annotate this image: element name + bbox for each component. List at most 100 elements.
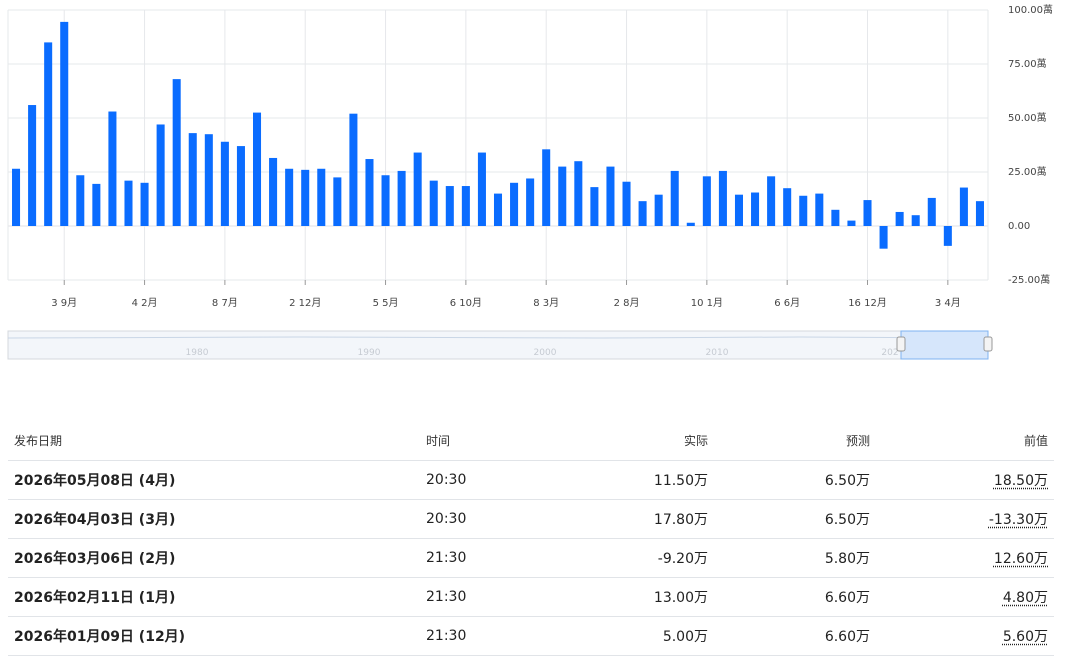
table-row: 2026年01月09日 (12月) 21:30 5.00万 6.60万 5.60万 [8,616,1054,656]
bar[interactable] [349,113,358,226]
y-tick-label: 50.00萬 [1008,111,1047,124]
previous-value-cell[interactable]: 5.60万 [876,616,1054,656]
previous-value-cell[interactable]: 12.60万 [876,538,1054,578]
navigator-handle[interactable] [896,336,906,352]
bar[interactable] [188,133,197,226]
x-tick-label: 6 6月 [774,297,800,309]
bar[interactable] [959,187,968,226]
bar[interactable] [413,152,422,226]
x-tick-label: 3 4月 [935,297,961,309]
bar[interactable] [461,186,470,226]
bar[interactable] [654,194,663,226]
actual-value-cell: 5.00万 [552,616,714,656]
previous-value-cell[interactable]: -13.30万 [876,499,1054,539]
navigator-year-label: 1990 [358,348,381,358]
bar[interactable] [975,201,984,226]
bar[interactable] [44,42,53,227]
bar[interactable] [542,149,551,226]
bar[interactable] [333,177,342,226]
forecast-value-cell: 6.60万 [714,577,876,617]
navigator-year-label: 1980 [186,348,209,358]
x-tick-label: 8 3月 [533,297,559,309]
bar[interactable] [718,170,727,226]
bar[interactable] [815,193,824,226]
bar[interactable] [12,168,21,226]
release-date-cell: 2026年04月03日 (3月) [8,499,420,539]
bar[interactable] [220,141,229,226]
bar[interactable] [734,194,743,226]
bar[interactable] [879,226,888,249]
bar[interactable] [847,220,856,226]
bar[interactable] [301,169,310,226]
bar[interactable] [751,192,760,226]
previous-value-cell[interactable]: 18.50万 [876,460,1054,500]
bar[interactable] [124,180,133,226]
previous-value-cell[interactable]: 4.80万 [876,577,1054,617]
bar[interactable] [927,197,936,226]
x-tick-label: 2 12月 [289,297,321,309]
bar[interactable] [911,215,920,226]
header-previous[interactable]: 前值 [876,420,1054,461]
x-tick-label: 10 1月 [691,297,723,309]
bar[interactable] [638,201,647,226]
bar[interactable] [76,175,85,226]
y-tick-label: 25.00萬 [1008,165,1047,178]
time-navigator[interactable]: 1980 1990 2000 2010 202 [7,330,993,360]
bar[interactable] [204,134,213,226]
x-tick-label: 16 12月 [848,297,887,309]
navigator-handle[interactable] [983,336,993,352]
header-actual[interactable]: 实际 [552,420,714,461]
bar[interactable] [28,105,37,226]
bar[interactable] [510,182,519,226]
y-tick-label: 75.00萬 [1008,57,1047,70]
bar[interactable] [799,195,808,226]
forecast-value-cell: 6.50万 [714,499,876,539]
bar[interactable] [365,159,374,226]
y-axis: 100.00萬 75.00萬 50.00萬 25.00萬 0.00 -25.00萬 [1008,3,1053,286]
bar[interactable] [60,21,69,226]
header-time[interactable]: 时间 [420,420,552,461]
bar[interactable] [285,168,294,226]
bar[interactable] [783,188,792,226]
bar[interactable] [140,182,149,226]
bar[interactable] [236,146,245,226]
navigator-background [7,330,989,360]
bar[interactable] [558,166,567,226]
bar[interactable] [943,226,952,246]
bar[interactable] [317,168,326,226]
x-axis: 3 9月 4 2月 8 7月 2 12月 5 5月 6 10月 8 3月 2 8月 10 1月 6… [51,280,961,309]
bar[interactable] [622,181,631,226]
bar[interactable] [253,112,262,226]
release-date-cell: 2026年02月11日 (1月) [8,577,420,617]
bar[interactable] [606,166,615,226]
bar[interactable] [670,170,679,226]
bar[interactable] [477,152,486,226]
bar[interactable] [445,186,454,226]
table-row: 2026年03月06日 (2月) 21:30 -9.20万 5.80万 12.60万 [8,538,1054,578]
bar[interactable] [92,183,101,226]
bar[interactable] [574,161,583,226]
header-release-date[interactable]: 发布日期 [8,420,420,461]
bar[interactable] [831,209,840,226]
navigator-year-label: 202 [881,348,898,358]
bar[interactable] [895,211,904,226]
release-time-cell: 20:30 [420,499,552,539]
navigator-selection[interactable] [900,330,989,360]
bar[interactable] [269,157,278,226]
bar[interactable] [172,79,181,227]
bar[interactable] [590,187,599,226]
bar[interactable] [156,124,165,226]
bar[interactable] [493,193,503,226]
bar[interactable] [686,222,695,226]
header-forecast[interactable]: 预测 [714,420,876,461]
bar[interactable] [429,180,438,226]
navigator-year-label: 2010 [706,348,729,358]
bar[interactable] [397,170,406,226]
bar[interactable] [381,175,390,226]
bar[interactable] [702,176,711,226]
bar[interactable] [767,176,776,226]
bar[interactable] [863,200,872,226]
bar[interactable] [526,178,535,226]
y-tick-label: 0.00 [1008,221,1030,232]
bar[interactable] [108,111,117,226]
